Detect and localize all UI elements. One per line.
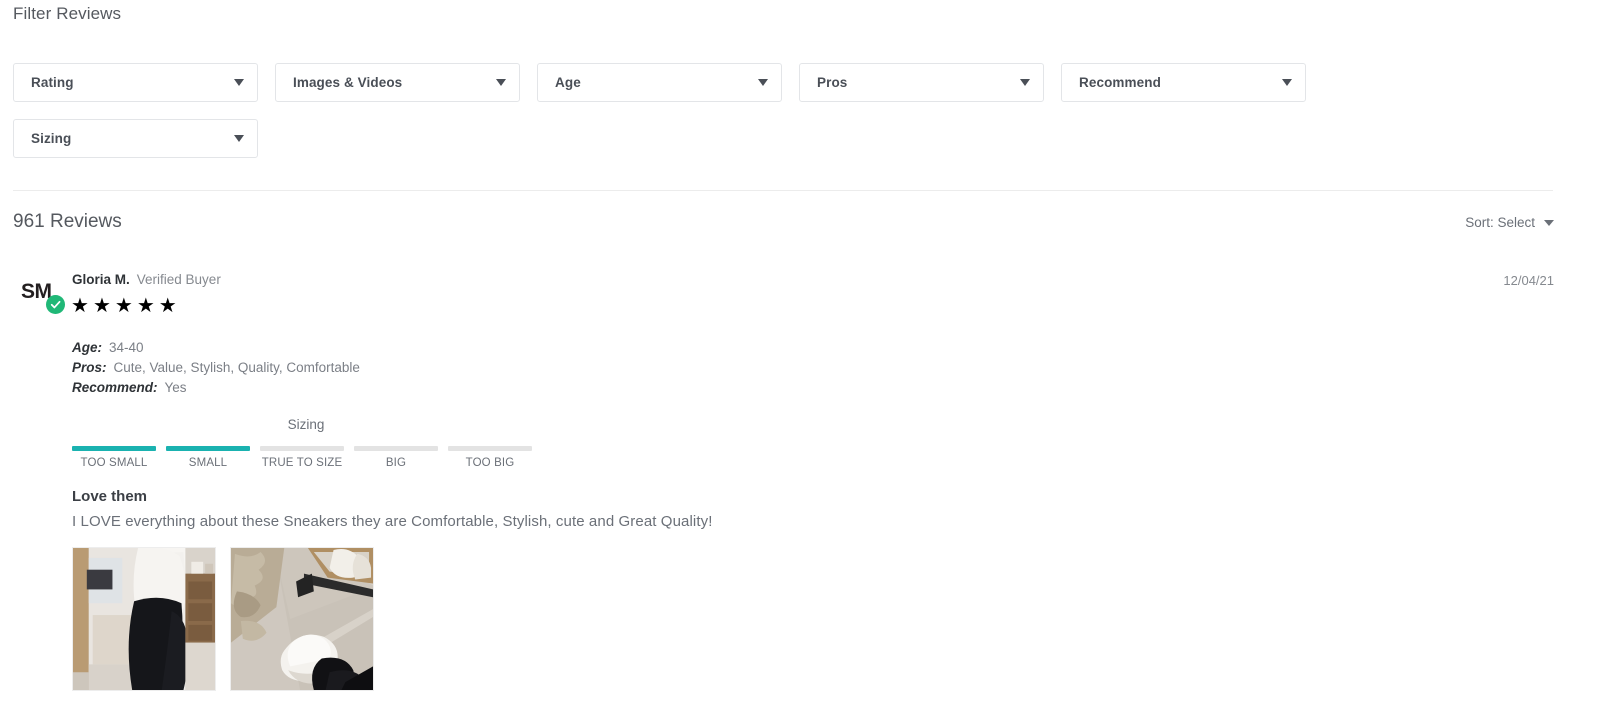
attribute-value: Yes xyxy=(164,380,187,396)
star-icon: ★ xyxy=(71,295,89,317)
sizing-segment-label: TOO SMALL xyxy=(80,457,148,469)
sizing-segment-label: TRUE TO SIZE xyxy=(261,457,343,469)
filter-dropdown-label: Images & Videos xyxy=(293,75,403,90)
filter-dropdown-age[interactable]: Age xyxy=(537,63,782,102)
sizing-meter: Sizing TOO SMALL SMALL TRUE TO SIZE BIG xyxy=(72,417,540,469)
filter-dropdown-sizing[interactable]: Sizing xyxy=(13,119,258,158)
sort-select-label: Sort: Select xyxy=(1465,215,1535,230)
review-photo-thumbnail[interactable] xyxy=(72,547,216,691)
star-rating: ★ ★ ★ ★ ★ xyxy=(71,296,177,316)
attribute-row-recommend: Recommend: Yes xyxy=(72,378,360,398)
sizing-segment-bar xyxy=(448,446,532,451)
filter-dropdown-label: Pros xyxy=(817,75,848,90)
reviewer-line: Gloria M. Verified Buyer xyxy=(72,272,221,287)
star-icon: ★ xyxy=(92,295,111,317)
attribute-row-pros: Pros: Cute, Value, Stylish, Quality, Com… xyxy=(72,358,360,378)
chevron-down-icon xyxy=(1544,219,1554,226)
review-photos xyxy=(72,547,374,691)
attribute-key: Recommend: xyxy=(72,380,158,396)
reviewer-name: Gloria M. xyxy=(72,272,130,287)
sizing-meter-title: Sizing xyxy=(287,417,325,432)
filter-dropdown-images-videos[interactable]: Images & Videos xyxy=(275,63,520,102)
chevron-down-icon xyxy=(1282,79,1292,86)
sizing-segment-small: SMALL xyxy=(166,446,250,469)
chevron-down-icon xyxy=(234,135,244,142)
sizing-segment-too-small: TOO SMALL xyxy=(72,446,156,469)
reviews-page: Filter Reviews Rating Images & Videos Ag… xyxy=(0,0,1600,724)
star-icon: ★ xyxy=(114,295,133,317)
verified-buyer-label: Verified Buyer xyxy=(136,272,221,287)
review-photo-thumbnail[interactable] xyxy=(230,547,374,691)
attribute-value: Cute, Value, Stylish, Quality, Comfortab… xyxy=(113,360,360,376)
attribute-value: 34-40 xyxy=(109,340,144,355)
attribute-key: Pros: xyxy=(72,360,107,376)
attribute-key: Age: xyxy=(72,340,102,355)
chevron-down-icon xyxy=(1020,79,1030,86)
filter-dropdown-label: Sizing xyxy=(31,131,72,146)
sizing-segment-label: BIG xyxy=(385,457,407,469)
review-date: 12/04/21 xyxy=(1503,273,1554,288)
filter-dropdown-group: Rating Images & Videos Age Pros Recommen… xyxy=(13,63,1313,158)
sizing-segment-big: BIG xyxy=(354,446,438,469)
sizing-segment-bar xyxy=(166,446,250,451)
sizing-segment-label: TOO BIG xyxy=(465,457,515,469)
filter-dropdown-label: Rating xyxy=(31,75,74,90)
sizing-segment-too-big: TOO BIG xyxy=(448,446,532,469)
chevron-down-icon xyxy=(496,79,506,86)
review-body: I LOVE everything about these Sneakers t… xyxy=(72,513,713,530)
chevron-down-icon xyxy=(234,79,244,86)
sizing-segment-true-to-size: TRUE TO SIZE xyxy=(260,446,344,469)
filter-dropdown-rating[interactable]: Rating xyxy=(13,63,258,102)
filter-reviews-title: Filter Reviews xyxy=(13,4,122,23)
sizing-segment-bar xyxy=(72,446,156,451)
sort-select[interactable]: Sort: Select xyxy=(1465,215,1554,230)
verified-check-icon xyxy=(46,295,65,314)
sizing-meter-segments: TOO SMALL SMALL TRUE TO SIZE BIG TOO BIG xyxy=(72,446,540,469)
avatar: SM xyxy=(21,275,65,315)
review-attributes: Age: 34-40 Pros: Cute, Value, Stylish, Q… xyxy=(72,338,360,398)
star-icon: ★ xyxy=(136,295,155,317)
sizing-segment-label: SMALL xyxy=(188,457,228,469)
review-title: Love them xyxy=(72,488,148,505)
sizing-segment-bar xyxy=(260,446,344,451)
filter-dropdown-label: Age xyxy=(555,75,581,90)
filter-dropdown-label: Recommend xyxy=(1079,75,1161,90)
star-icon: ★ xyxy=(158,295,177,317)
filter-dropdown-pros[interactable]: Pros xyxy=(799,63,1044,102)
attribute-row-age: Age: 34-40 xyxy=(72,338,360,358)
chevron-down-icon xyxy=(758,79,768,86)
filter-dropdown-recommend[interactable]: Recommend xyxy=(1061,63,1306,102)
section-divider xyxy=(13,190,1553,191)
reviews-count: 961 Reviews xyxy=(13,211,122,232)
sizing-segment-bar xyxy=(354,446,438,451)
